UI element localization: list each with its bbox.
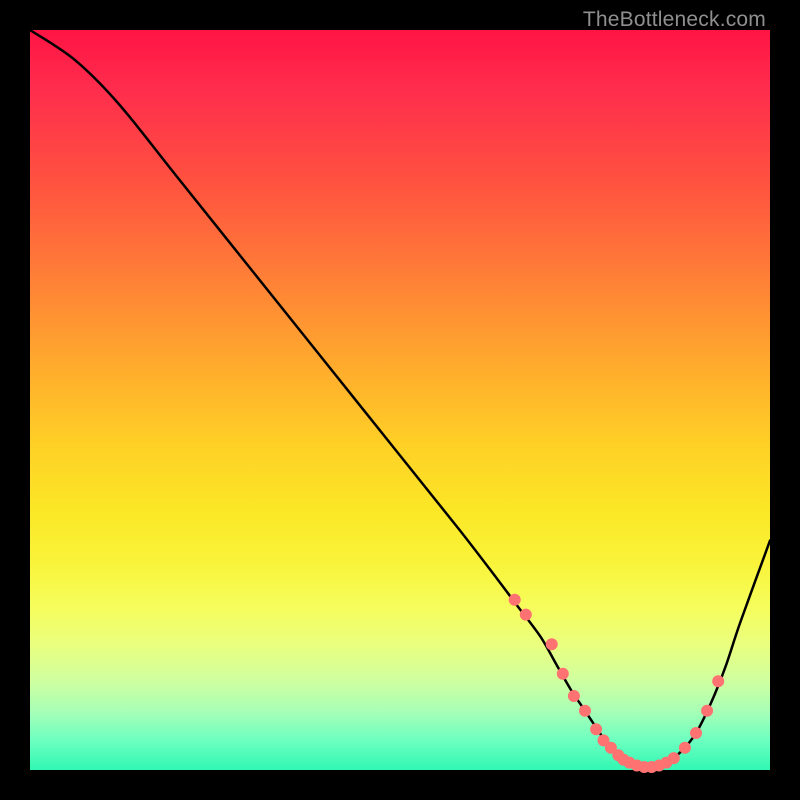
highlight-dot [679, 742, 691, 754]
highlight-dot [668, 752, 680, 764]
chart-container: TheBottleneck.com [0, 0, 800, 800]
highlight-dot [579, 705, 591, 717]
highlight-dot [546, 638, 558, 650]
chart-svg [30, 30, 770, 770]
highlight-dot [712, 675, 724, 687]
highlight-dot [590, 723, 602, 735]
highlight-dot [701, 705, 713, 717]
highlight-dot [690, 727, 702, 739]
highlight-dot [509, 594, 521, 606]
highlight-dot [557, 668, 569, 680]
bottleneck-curve [30, 30, 770, 767]
plot-area [30, 30, 770, 770]
highlight-dot [520, 609, 532, 621]
watermark-label: TheBottleneck.com [583, 8, 766, 32]
highlight-dot [568, 690, 580, 702]
